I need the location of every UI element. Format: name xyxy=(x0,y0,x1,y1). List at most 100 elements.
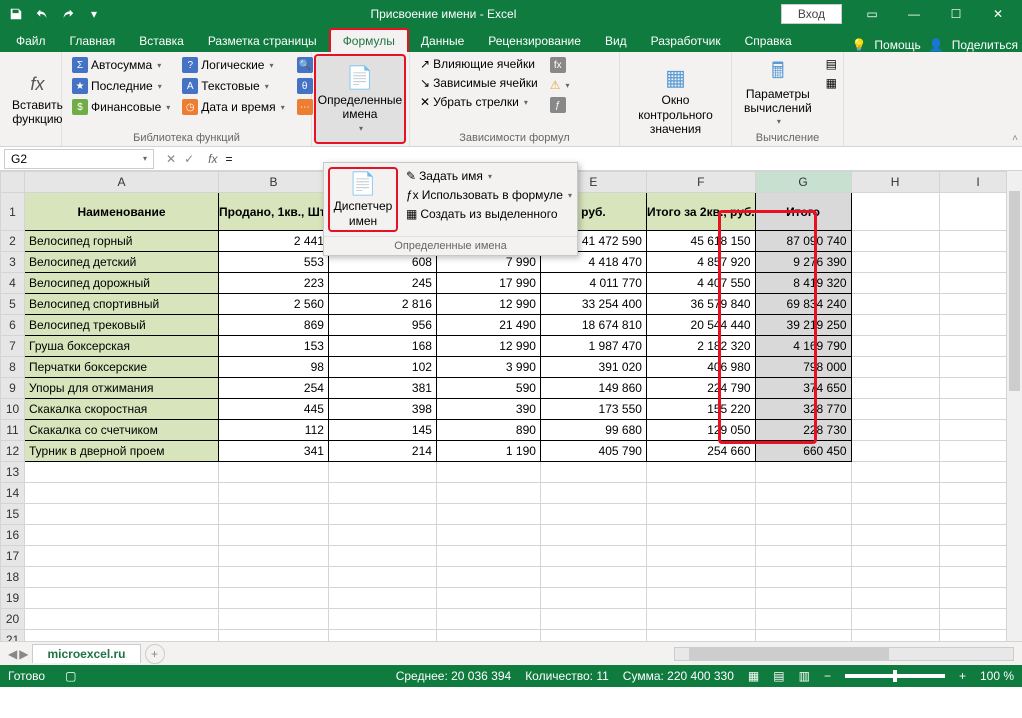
row-header[interactable]: 9 xyxy=(1,378,25,399)
cell[interactable]: 4 407 550 xyxy=(646,273,755,294)
cell[interactable] xyxy=(646,504,755,525)
cell[interactable] xyxy=(328,483,436,504)
view-pagebreak-icon[interactable]: ▥ xyxy=(799,669,810,683)
use-in-formula-button[interactable]: ƒxИспользовать в формуле▾ xyxy=(402,186,576,204)
cell[interactable] xyxy=(328,609,436,630)
cell[interactable]: 33 254 400 xyxy=(540,294,646,315)
cell[interactable] xyxy=(328,462,436,483)
row-header[interactable]: 12 xyxy=(1,441,25,462)
financial-button[interactable]: $Финансовые▾ xyxy=(68,97,174,117)
cell[interactable]: 149 860 xyxy=(540,378,646,399)
row-header[interactable]: 3 xyxy=(1,252,25,273)
cell[interactable] xyxy=(540,525,646,546)
cell[interactable] xyxy=(646,588,755,609)
cell[interactable] xyxy=(646,609,755,630)
cell[interactable]: 1 987 470 xyxy=(540,336,646,357)
add-sheet-button[interactable]: + xyxy=(145,644,165,664)
cell[interactable]: 69 834 240 xyxy=(755,294,851,315)
cell[interactable] xyxy=(851,609,939,630)
cell[interactable]: 12 990 xyxy=(436,294,540,315)
cell[interactable]: 12 990 xyxy=(436,336,540,357)
cell[interactable]: 9 276 390 xyxy=(755,252,851,273)
cell[interactable]: 660 450 xyxy=(755,441,851,462)
macro-record-icon[interactable]: ▢ xyxy=(65,669,76,683)
cell[interactable]: 590 xyxy=(436,378,540,399)
name-box-dropdown-icon[interactable]: ▾ xyxy=(143,154,147,163)
tab-file[interactable]: Файл xyxy=(4,30,58,52)
cell[interactable] xyxy=(851,462,939,483)
cell[interactable]: 2 816 xyxy=(328,294,436,315)
cell[interactable] xyxy=(540,567,646,588)
cell[interactable] xyxy=(328,630,436,642)
cell[interactable] xyxy=(755,525,851,546)
lightbulb-icon[interactable]: 💡 xyxy=(851,38,866,52)
cell[interactable]: Скакалка скоростная xyxy=(25,399,219,420)
define-name-button[interactable]: ✎Задать имя▾ xyxy=(402,167,576,185)
zoom-slider[interactable] xyxy=(845,674,945,678)
cell[interactable]: 20 544 440 xyxy=(646,315,755,336)
cell[interactable] xyxy=(755,630,851,642)
cell[interactable] xyxy=(646,630,755,642)
cell[interactable]: 2 182 320 xyxy=(646,336,755,357)
scrollbar-thumb[interactable] xyxy=(689,648,889,660)
cell[interactable]: 87 090 740 xyxy=(755,231,851,252)
cell[interactable]: Итого xyxy=(755,193,851,231)
cell[interactable] xyxy=(851,441,939,462)
cell[interactable]: 112 xyxy=(219,420,329,441)
calc-options-button[interactable]: 🖩 Параметры вычислений ▾ xyxy=(738,55,818,130)
qat-dropdown-icon[interactable]: ▾ xyxy=(82,3,106,25)
cell[interactable]: 869 xyxy=(219,315,329,336)
cell[interactable] xyxy=(436,483,540,504)
cell[interactable]: 155 220 xyxy=(646,399,755,420)
tab-pagelayout[interactable]: Разметка страницы xyxy=(196,30,329,52)
cell[interactable]: 36 579 840 xyxy=(646,294,755,315)
col-header-G[interactable]: G xyxy=(755,172,851,193)
cell[interactable] xyxy=(25,609,219,630)
cell[interactable] xyxy=(328,588,436,609)
cell[interactable] xyxy=(436,609,540,630)
trace-precedents-button[interactable]: ↗Влияющие ячейки xyxy=(416,55,542,73)
cell[interactable]: 405 790 xyxy=(540,441,646,462)
cell[interactable] xyxy=(755,504,851,525)
cell[interactable] xyxy=(25,483,219,504)
cell[interactable]: 2 441 xyxy=(219,231,329,252)
cell[interactable] xyxy=(646,462,755,483)
cell[interactable]: 153 xyxy=(219,336,329,357)
cell[interactable] xyxy=(219,567,329,588)
cell[interactable] xyxy=(851,525,939,546)
cell[interactable]: 381 xyxy=(328,378,436,399)
row-header[interactable]: 6 xyxy=(1,315,25,336)
row-header[interactable]: 7 xyxy=(1,336,25,357)
row-header[interactable]: 5 xyxy=(1,294,25,315)
cell[interactable] xyxy=(851,483,939,504)
cell[interactable] xyxy=(851,567,939,588)
cell[interactable]: Велосипед детский xyxy=(25,252,219,273)
error-check-button[interactable]: ⚠▾ xyxy=(546,76,574,94)
help-link[interactable]: Помощь xyxy=(874,38,920,52)
cell[interactable] xyxy=(25,504,219,525)
col-header-B[interactable]: B xyxy=(219,172,329,193)
ribbon-options-icon[interactable]: ▭ xyxy=(852,0,892,28)
row-header[interactable]: 1 xyxy=(1,193,25,231)
cell[interactable] xyxy=(219,483,329,504)
horizontal-scrollbar[interactable] xyxy=(674,647,1014,661)
cell[interactable]: Скакалка со счетчиком xyxy=(25,420,219,441)
cell[interactable] xyxy=(219,504,329,525)
cell[interactable]: 798 000 xyxy=(755,357,851,378)
cell[interactable] xyxy=(646,546,755,567)
cell[interactable]: 445 xyxy=(219,399,329,420)
cell[interactable] xyxy=(436,462,540,483)
collapse-ribbon-icon[interactable]: ˄ xyxy=(1012,133,1018,144)
minimize-icon[interactable]: — xyxy=(894,0,934,28)
cell[interactable]: 890 xyxy=(436,420,540,441)
cell[interactable] xyxy=(25,462,219,483)
name-box[interactable]: G2 ▾ xyxy=(4,149,154,169)
zoom-level[interactable]: 100 % xyxy=(980,669,1014,683)
cell[interactable] xyxy=(219,546,329,567)
cell[interactable] xyxy=(851,294,939,315)
tab-review[interactable]: Рецензирование xyxy=(476,30,593,52)
cell[interactable] xyxy=(851,252,939,273)
cell[interactable]: 145 xyxy=(328,420,436,441)
cell[interactable]: 45 618 150 xyxy=(646,231,755,252)
cell[interactable]: 224 790 xyxy=(646,378,755,399)
